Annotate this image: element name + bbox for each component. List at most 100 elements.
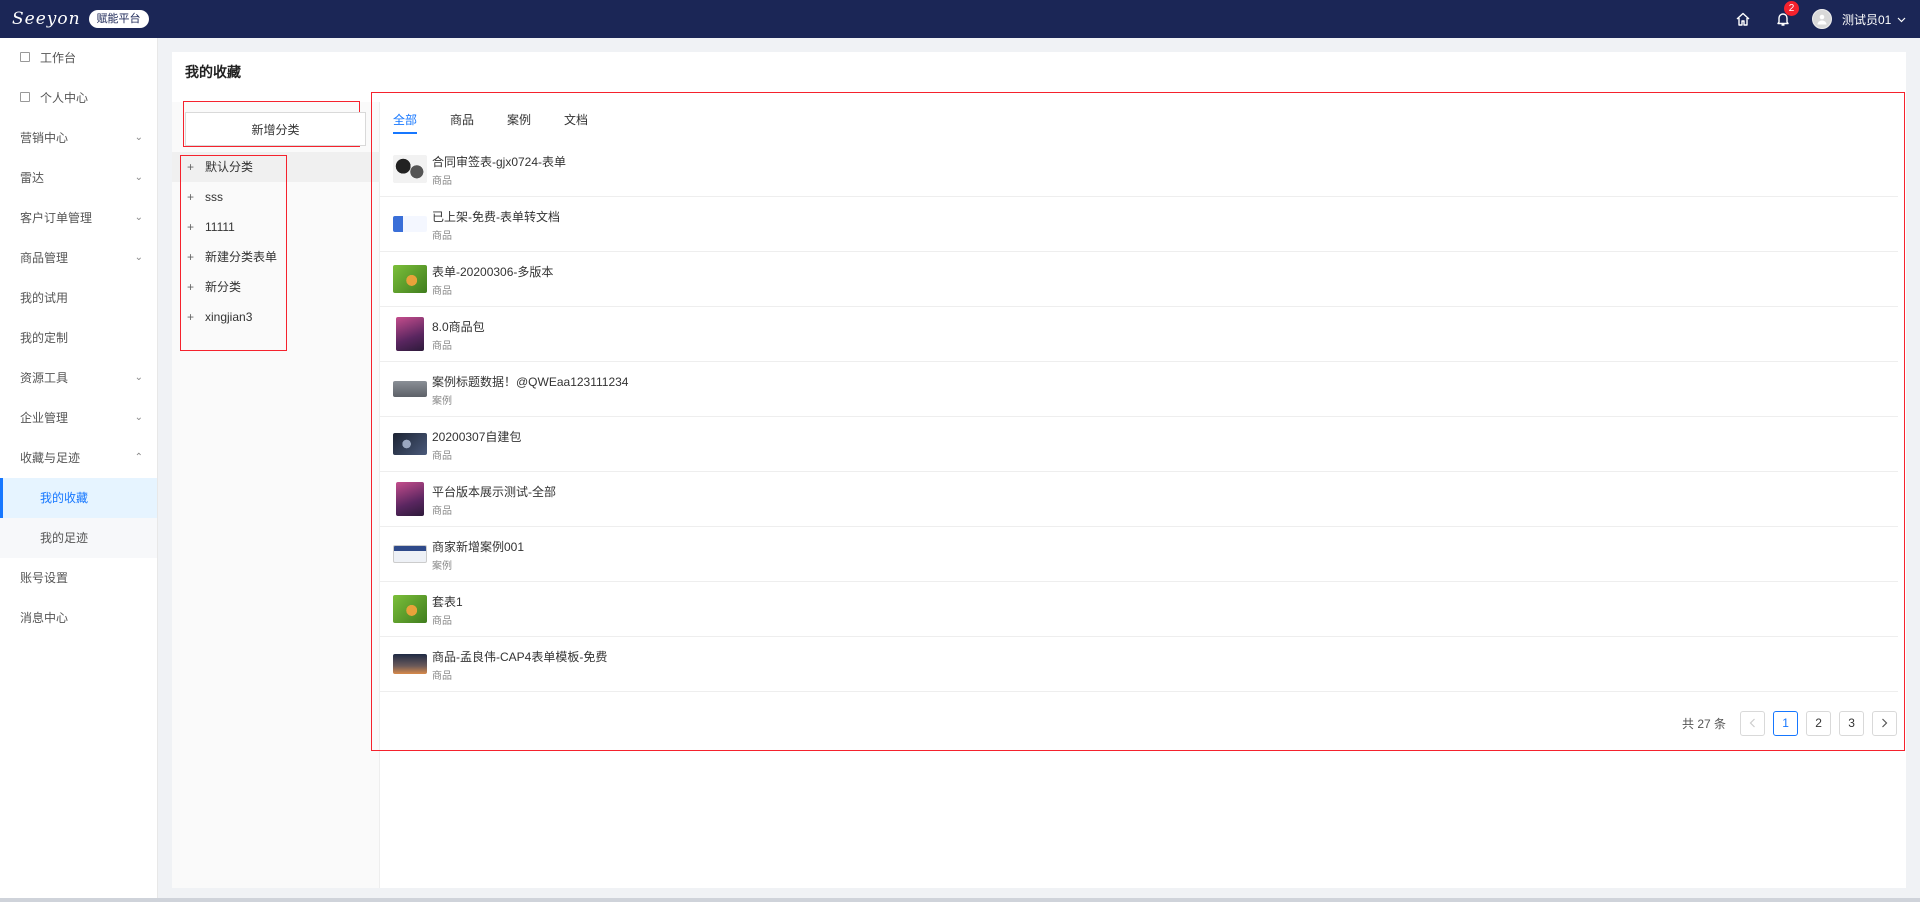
sidebar-item-enterprise[interactable]: 企业管理 ⌄ [0, 398, 157, 438]
list-item[interactable]: 案例标题数据！@QWEaa123111234 案例 [380, 362, 1898, 417]
tab-products[interactable]: 商品 [450, 108, 474, 132]
sidebar-item-personal-center[interactable]: 个人中心 [0, 78, 157, 118]
logo[interactable]: Seeyon 赋能平台 [12, 8, 149, 30]
sidebar-item-product-management[interactable]: 商品管理 ⌄ [0, 238, 157, 278]
favorites-list: 合同审签表-gjx0724-表单 商品 已上架-免费-表单转文档 商品 表单-2… [380, 142, 1898, 692]
tab-all[interactable]: 全部 [393, 108, 418, 134]
sidebar-item-workbench[interactable]: 工作台 [0, 38, 157, 78]
sidebar-item-label: 客户订单管理 [20, 211, 93, 225]
sidebar-item-label: 收藏与足迹 [20, 451, 81, 465]
add-category-button[interactable]: 新增分类 [185, 112, 366, 146]
item-type: 商品 [432, 286, 452, 297]
list-item[interactable]: 表单-20200306-多版本 商品 [380, 252, 1898, 307]
user-menu[interactable]: 测试员01 [1812, 8, 1906, 30]
notification-count-badge: 2 [1784, 1, 1799, 16]
sidebar-item-marketing[interactable]: 营销中心 ⌄ [0, 118, 157, 158]
sidebar-item-label: 我的收藏 [40, 491, 89, 505]
sidebar-item-label: 我的定制 [20, 331, 69, 345]
item-type: 商品 [432, 176, 452, 187]
sidebar-item-account-settings[interactable]: 账号设置 [0, 558, 157, 598]
sidebar-item-label: 我的足迹 [40, 531, 89, 545]
green-thumb [393, 265, 427, 293]
sidebar-item-my-favorites[interactable]: 我的收藏 [0, 478, 157, 518]
home-icon[interactable] [1732, 8, 1754, 30]
prev-page-button[interactable] [1740, 710, 1766, 736]
filter-tabs: 全部 商品 案例 文档 [393, 108, 621, 138]
sidebar-item-my-custom[interactable]: 我的定制 [0, 318, 157, 358]
item-type: 商品 [432, 341, 452, 352]
logo-thumb [393, 216, 427, 232]
page-button[interactable]: 2 [1806, 710, 1832, 736]
chevron-down-icon: ⌄ [134, 132, 143, 143]
chevron-down-icon: ⌄ [134, 252, 143, 263]
sidebar-item-message-center[interactable]: 消息中心 [0, 598, 157, 638]
sidebar-item-favorites-footprints[interactable]: 收藏与足迹 ⌃ [0, 438, 157, 478]
sidebar-item-label: 营销中心 [20, 131, 69, 145]
item-title: 案例标题数据！@QWEaa123111234 [432, 375, 629, 389]
list-item[interactable]: 套表1 商品 [380, 582, 1898, 637]
item-type: 商品 [432, 231, 452, 242]
page-button[interactable]: 1 [1773, 710, 1799, 736]
sidebar-item-my-footprints[interactable]: 我的足迹 [0, 518, 157, 558]
purple-thumb [396, 482, 424, 516]
list-item[interactable]: 20200307自建包 商品 [380, 417, 1898, 472]
sidebar-item-label: 资源工具 [20, 371, 69, 385]
top-bar: Seeyon 赋能平台 2 测试员01 [0, 0, 1920, 38]
main-card: 我的收藏 新增分类 + 默认分类 + sss + 11111 + 新建分类表单 … [172, 52, 1906, 888]
item-title: 商家新增案例001 [432, 540, 525, 554]
sidebar-item-label: 消息中心 [20, 611, 69, 625]
sidebar-item-my-trial[interactable]: 我的试用 [0, 278, 157, 318]
sidebar-item-resource-tools[interactable]: 资源工具 ⌄ [0, 358, 157, 398]
sidebar-item-label: 我的试用 [20, 291, 69, 305]
list-item[interactable]: 商家新增案例001 案例 [380, 527, 1898, 582]
list-item[interactable]: 已上架-免费-表单转文档 商品 [380, 197, 1898, 252]
list-item[interactable]: 合同审签表-gjx0724-表单 商品 [380, 142, 1898, 197]
list-item[interactable]: 8.0商品包 商品 [380, 307, 1898, 362]
doc-icon [20, 52, 30, 62]
cartoon-thumb [393, 155, 427, 183]
screen-thumb [393, 545, 427, 563]
item-title: 商品-孟良伟-CAP4表单模板-免费 [432, 650, 608, 664]
item-title: 已上架-免费-表单转文档 [432, 210, 560, 224]
doc-icon [20, 92, 30, 102]
item-type: 案例 [432, 561, 452, 572]
user-name: 测试员01 [1842, 12, 1892, 27]
item-title: 20200307自建包 [432, 430, 522, 444]
total-count: 共 27 条 [1682, 716, 1727, 731]
submenu-favorites: 我的收藏 我的足迹 [0, 478, 157, 558]
window-bottom-edge [0, 898, 1920, 902]
item-title: 套表1 [432, 595, 463, 609]
list-item[interactable]: 平台版本展示测试-全部 商品 [380, 472, 1898, 527]
chevron-down-icon [1897, 12, 1906, 26]
item-type: 商品 [432, 671, 452, 682]
green-thumb [393, 595, 427, 623]
sidebar-item-label: 雷达 [20, 171, 45, 185]
logo-text: Seeyon [12, 9, 81, 29]
pagination: 共 27 条 1 2 3 [1682, 710, 1898, 736]
gray-thumb [393, 381, 427, 397]
item-type: 商品 [432, 451, 452, 462]
chevron-down-icon: ⌄ [134, 372, 143, 383]
purple-thumb [396, 317, 424, 351]
item-type: 商品 [432, 506, 452, 517]
chevron-down-icon: ⌄ [134, 212, 143, 223]
tab-cases[interactable]: 案例 [507, 108, 531, 132]
next-page-button[interactable] [1872, 710, 1898, 736]
page-button[interactable]: 3 [1839, 710, 1865, 736]
sidebar-item-label: 个人中心 [40, 91, 89, 105]
avatar [1812, 9, 1832, 29]
dark-thumb [393, 433, 427, 455]
sidebar-item-label: 商品管理 [20, 251, 69, 265]
tab-documents[interactable]: 文档 [564, 108, 588, 132]
chevron-down-icon: ⌄ [134, 412, 143, 423]
item-title: 平台版本展示测试-全部 [432, 485, 556, 499]
page-title: 我的收藏 [185, 64, 241, 80]
sidebar-item-radar[interactable]: 雷达 ⌄ [0, 158, 157, 198]
item-title: 合同审签表-gjx0724-表单 [432, 155, 567, 169]
sidebar-item-label: 企业管理 [20, 411, 69, 425]
platform-badge: 赋能平台 [88, 10, 149, 28]
sidebar-item-label: 工作台 [40, 51, 77, 65]
list-item[interactable]: 商品-孟良伟-CAP4表单模板-免费 商品 [380, 637, 1898, 692]
item-type: 案例 [432, 396, 452, 407]
sidebar-item-customer-orders[interactable]: 客户订单管理 ⌄ [0, 198, 157, 238]
